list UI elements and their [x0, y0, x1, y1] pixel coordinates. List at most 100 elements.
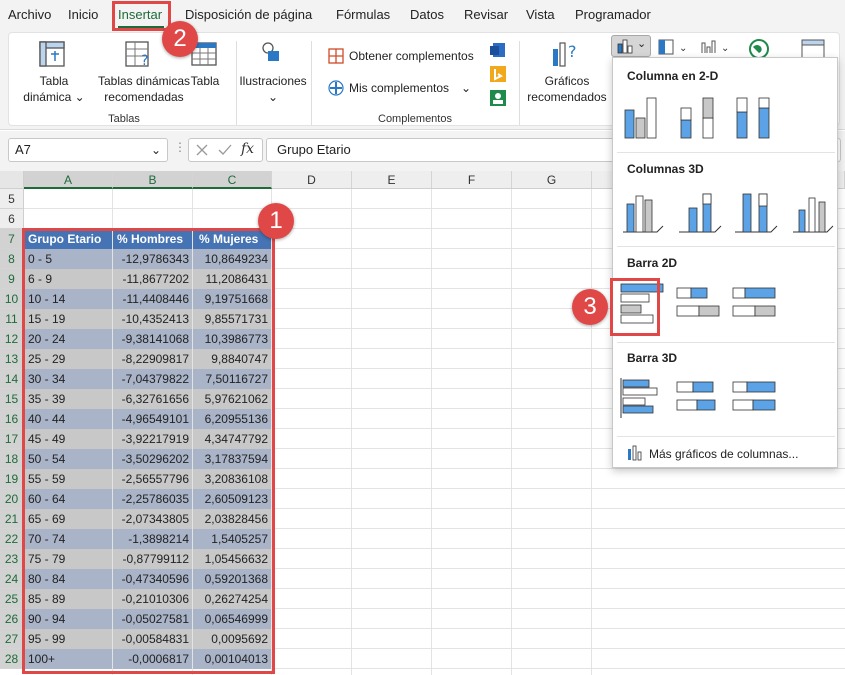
column-header-e[interactable]: E [352, 171, 432, 189]
illustrations-label[interactable]: Ilustraciones ⌄ [239, 73, 307, 105]
row-header[interactable]: 25 [0, 589, 24, 609]
stacked-100-bar-icon[interactable] [732, 287, 776, 317]
bing-icon[interactable] [489, 65, 507, 83]
tab-vista[interactable]: Vista [526, 0, 555, 30]
tab-programador[interactable]: Programador [575, 0, 651, 30]
cancel-icon[interactable] [195, 143, 209, 157]
row-header[interactable]: 11 [0, 309, 24, 329]
row-header[interactable]: 10 [0, 289, 24, 309]
gridline [591, 189, 592, 675]
row-header[interactable]: 5 [0, 189, 24, 209]
enter-check-icon[interactable] [217, 143, 233, 157]
stacked-3d-bar-icon[interactable] [676, 381, 716, 411]
stacked-100-3d-column-icon[interactable] [735, 193, 778, 233]
step-badge-2: 2 [162, 21, 198, 57]
clustered-3d-column-icon[interactable] [623, 195, 664, 233]
table-highlight [22, 228, 275, 674]
svg-text:?: ? [568, 42, 577, 61]
row-header[interactable]: 20 [0, 489, 24, 509]
tab-revisar[interactable]: Revisar [464, 0, 508, 30]
illustrations-icon[interactable] [259, 39, 283, 65]
recommended-charts-label[interactable]: Gráficos recomendados [521, 73, 613, 105]
column-header-g[interactable]: G [512, 171, 592, 189]
column-chart-icon [617, 39, 633, 54]
row-header[interactable]: 13 [0, 349, 24, 369]
row-header[interactable]: 7 [0, 229, 24, 249]
row-header[interactable]: 23 [0, 549, 24, 569]
ribbon-separator [236, 41, 237, 125]
recommended-pivot-icon[interactable]: ? [123, 39, 153, 69]
name-box-chevron-icon[interactable]: ⌄ [151, 139, 161, 161]
my-addins-label[interactable]: Mis complementos [349, 80, 449, 96]
row-header[interactable]: 18 [0, 449, 24, 469]
table-label[interactable]: Tabla [187, 73, 223, 89]
chevron-down-icon: ⌄ [637, 38, 647, 50]
row-header[interactable]: 22 [0, 529, 24, 549]
more-column-charts-link[interactable]: Más gráficos de columnas... [649, 447, 798, 461]
row-header[interactable]: 24 [0, 569, 24, 589]
row-header[interactable]: 27 [0, 629, 24, 649]
stacked-bar-icon[interactable] [676, 287, 720, 317]
waterfall-chart-button[interactable]: ⌄ [699, 38, 735, 56]
bar-3d-row [620, 378, 776, 418]
stacked-100-column-icon[interactable] [736, 97, 770, 139]
pivot-table-icon[interactable] [37, 39, 67, 69]
tab-disposicion-pagina[interactable]: Disposición de página [185, 0, 312, 30]
column-header-b[interactable]: B [113, 171, 193, 189]
tab-archivo[interactable]: Archivo [8, 0, 51, 30]
row-header[interactable]: 21 [0, 509, 24, 529]
row-header[interactable]: 16 [0, 409, 24, 429]
dropdown-separator [617, 246, 835, 247]
insertar-highlight [112, 1, 171, 31]
people-graph-icon[interactable] [489, 89, 507, 107]
step-badge-1: 1 [258, 203, 294, 239]
tab-datos[interactable]: Datos [410, 0, 444, 30]
more-charts-icon [628, 445, 642, 461]
gridline [351, 189, 352, 675]
row-header[interactable]: 12 [0, 329, 24, 349]
row-header[interactable]: 15 [0, 389, 24, 409]
row-header[interactable]: 8 [0, 249, 24, 269]
row-header[interactable]: 17 [0, 429, 24, 449]
tab-formulas[interactable]: Fórmulas [336, 0, 390, 30]
get-addins-label[interactable]: Obtener complementos [349, 48, 474, 64]
select-all-corner[interactable] [0, 171, 24, 189]
row-header[interactable]: 28 [0, 649, 24, 669]
recommended-charts-icon[interactable]: ? [549, 39, 583, 69]
hierarchy-chart-button[interactable]: ⌄ [657, 38, 693, 56]
formula-actions: fx [188, 138, 263, 162]
recommended-pivot-label[interactable]: Tablas dinámicas recomendadas [89, 73, 199, 105]
stacked-column-icon[interactable] [680, 97, 714, 139]
3d-column-icon[interactable] [793, 197, 834, 233]
section-column-3d: Columnas 3D [627, 162, 704, 176]
visio-icon[interactable] [489, 41, 507, 59]
row-header[interactable]: 9 [0, 269, 24, 289]
row-header[interactable]: 26 [0, 609, 24, 629]
row-header[interactable]: 19 [0, 469, 24, 489]
get-addins-icon[interactable] [327, 47, 345, 65]
stacked-100-3d-bar-icon[interactable] [732, 381, 776, 411]
column-header-f[interactable]: F [432, 171, 512, 189]
addins-group-label: Complementos [378, 113, 452, 125]
insert-function-icon[interactable]: fx [241, 141, 254, 157]
tab-inicio[interactable]: Inicio [68, 0, 98, 30]
clustered-bar-highlight [610, 278, 660, 336]
name-box[interactable]: A7 ⌄ [8, 138, 168, 162]
column-header-a[interactable]: A [24, 171, 113, 189]
pivot-table-label[interactable]: Tabla dinámica ⌄ [19, 73, 89, 105]
clustered-3d-bar-icon[interactable] [620, 378, 658, 418]
my-addins-chevron-icon[interactable]: ⌄ [461, 80, 471, 96]
column-header-d[interactable]: D [272, 171, 352, 189]
row-header[interactable]: 14 [0, 369, 24, 389]
ribbon-separator [519, 41, 520, 125]
stacked-3d-column-icon[interactable] [679, 193, 722, 233]
my-addins-icon[interactable] [327, 79, 345, 97]
clustered-column-icon[interactable] [624, 97, 657, 139]
dropdown-separator [617, 342, 835, 343]
step-badge-3: 3 [572, 289, 608, 325]
formula-bar-dots-icon: ⋮ [174, 140, 186, 154]
column-header-c[interactable]: C [193, 171, 272, 189]
column-chart-button[interactable]: ⌄ [611, 35, 651, 57]
row-header[interactable]: 6 [0, 209, 24, 229]
section-bar-3d: Barra 3D [627, 351, 678, 365]
